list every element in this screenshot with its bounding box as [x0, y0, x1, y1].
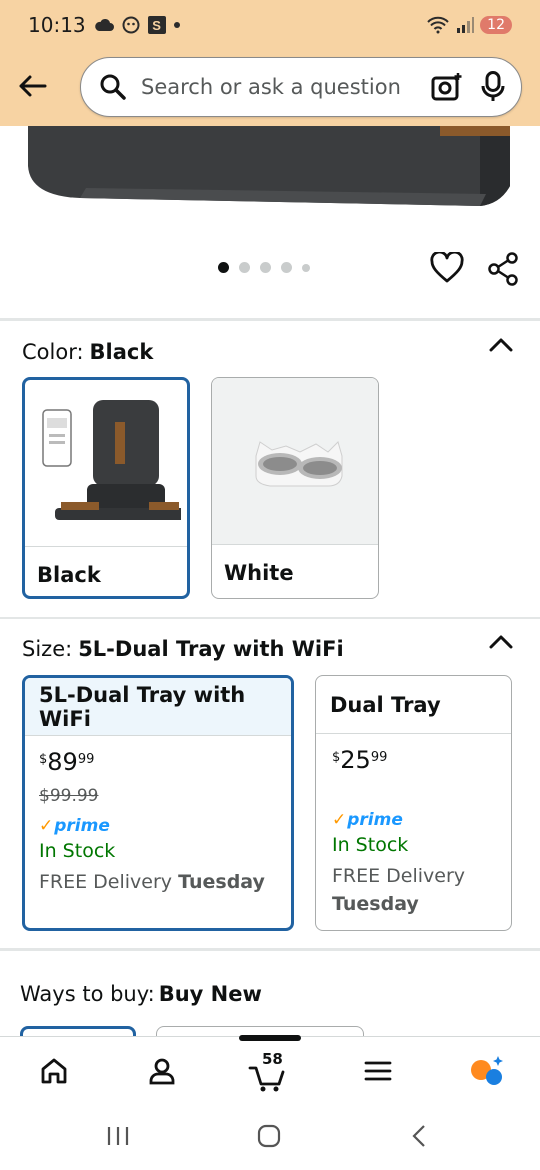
carousel-dot[interactable] [302, 263, 310, 272]
app-header: 10:13 S 12 [0, 0, 540, 126]
back-arrow-icon[interactable] [14, 68, 50, 104]
prime-badge: ✓ prime [39, 816, 110, 836]
ways-to-buy: Ways to buy: Buy New [20, 982, 262, 1006]
prime-check-icon: ✓ [39, 816, 54, 836]
recent-apps-icon[interactable] [106, 1124, 130, 1148]
back-button-icon[interactable] [408, 1124, 430, 1148]
cloud-icon [94, 18, 114, 31]
white-bowls-thumbnail [212, 378, 378, 544]
nav-rufus[interactable] [466, 1051, 506, 1091]
prime-badge: ✓ prime [332, 810, 403, 830]
sim-icon: S [147, 16, 166, 34]
section-divider [0, 617, 540, 619]
size-option-title: Dual Tray [316, 676, 511, 734]
list-price: $99.99 [39, 786, 99, 806]
product-image[interactable] [0, 126, 540, 236]
search-bar[interactable] [80, 57, 522, 117]
share-icon[interactable] [487, 252, 519, 286]
ways-to-buy-value: Buy New [158, 982, 262, 1006]
color-selected-value: Black [89, 340, 154, 364]
price: $ 25 99 [332, 746, 388, 774]
wifi-icon [427, 16, 449, 34]
image-carousel-dots[interactable] [218, 262, 310, 273]
face-icon [122, 16, 140, 34]
search-icon[interactable] [99, 73, 127, 101]
section-divider [0, 318, 540, 321]
person-icon[interactable] [147, 1056, 177, 1086]
active-tab-indicator [239, 1035, 301, 1041]
home-button-icon[interactable] [256, 1124, 282, 1148]
section-divider [0, 948, 540, 951]
carousel-dot[interactable] [218, 262, 229, 273]
black-feeder-thumbnail [25, 380, 187, 546]
size-selected-value: 5L-Dual Tray with WiFi [78, 637, 344, 661]
size-option-dual-tray[interactable]: Dual Tray $ 25 99 ✓ prime In Stock FREE … [315, 675, 512, 931]
carousel-dot[interactable] [260, 262, 271, 273]
heart-icon[interactable] [430, 252, 464, 284]
color-option-black[interactable]: Black [22, 377, 190, 599]
rufus-assistant-icon[interactable] [467, 1054, 505, 1088]
search-input[interactable] [141, 75, 401, 99]
color-option-label: Black [25, 546, 187, 596]
color-option-label: White [212, 544, 378, 598]
color-option-white[interactable]: White [211, 377, 379, 599]
cart-count-badge: 58 [262, 1050, 283, 1068]
nav-account[interactable] [142, 1051, 182, 1091]
prime-check-icon: ✓ [332, 810, 347, 830]
stock-status: In Stock [332, 834, 409, 856]
color-label: Color: Black [22, 340, 154, 364]
carousel-dot[interactable] [239, 262, 250, 273]
status-time: 10:13 [28, 13, 86, 37]
nav-menu[interactable] [358, 1051, 398, 1091]
nav-home[interactable] [34, 1051, 74, 1091]
size-option-title: 5L-Dual Tray with WiFi [25, 678, 291, 736]
hamburger-menu-icon[interactable] [363, 1059, 393, 1083]
chevron-up-icon[interactable] [488, 633, 514, 651]
microphone-icon[interactable] [481, 71, 505, 103]
carousel-dot[interactable] [281, 262, 292, 273]
battery-icon: 12 [480, 16, 512, 34]
size-label: Size: 5L-Dual Tray with WiFi [22, 637, 344, 661]
home-icon[interactable] [39, 1056, 69, 1086]
chevron-up-icon[interactable] [488, 336, 514, 354]
delivery-info: FREE Delivery Tuesday [39, 871, 265, 893]
status-bar: 10:13 S 12 [0, 0, 540, 50]
bottom-nav [0, 1035, 540, 1104]
size-option-5l-dual-tray-wifi[interactable]: 5L-Dual Tray with WiFi $ 89 99 $99.99 ✓ … [22, 675, 294, 931]
price: $ 89 99 [39, 748, 95, 776]
notification-dot-icon [173, 22, 180, 28]
stock-status: In Stock [39, 840, 116, 862]
cart-icon[interactable] [248, 1065, 288, 1093]
camera-search-icon[interactable] [431, 72, 463, 102]
system-nav-bar [0, 1104, 540, 1170]
signal-icon [457, 17, 475, 33]
delivery-info: FREE Delivery Tuesday [332, 865, 466, 915]
